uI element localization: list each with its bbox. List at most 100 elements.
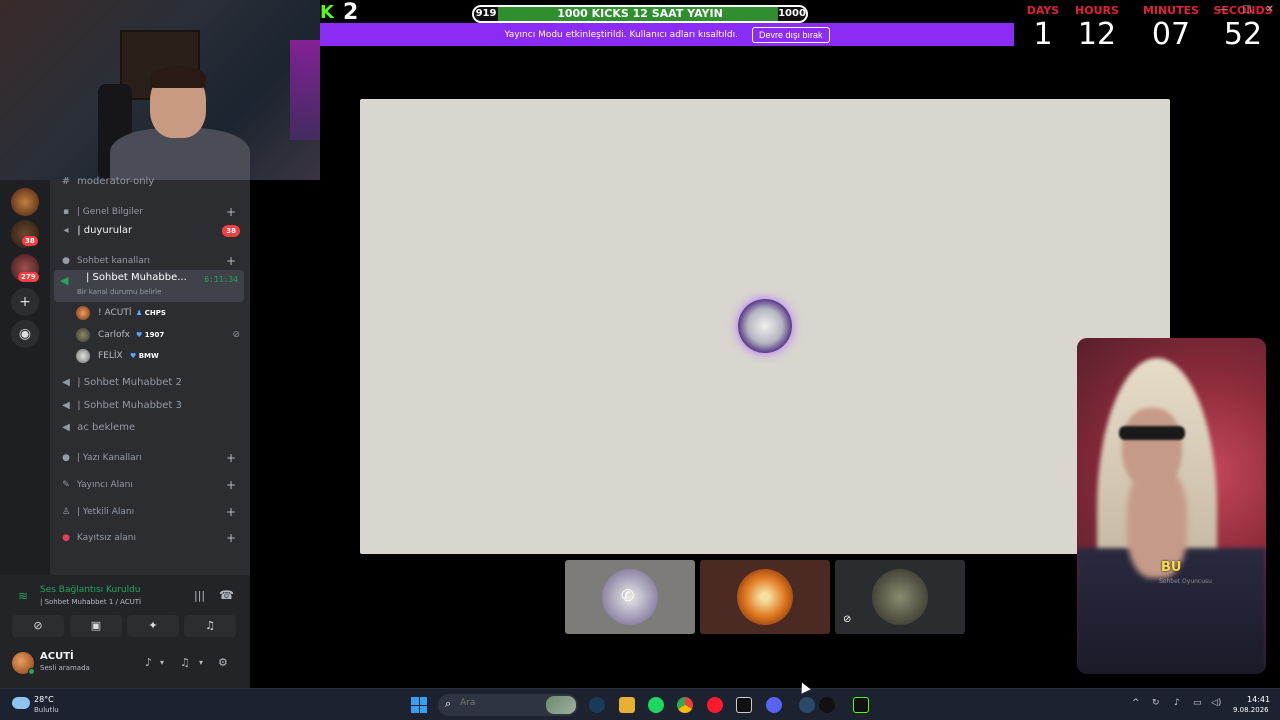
kick-goal-bar: 1000 KICKS 12 SAAT YAYIN 919 1000 [472,5,808,23]
compass-icon: ◉ [18,326,32,342]
plus-icon[interactable]: + [226,448,236,468]
streamer-mode-bar: Yayıncı Modu etkinleştirildi. Kullanıcı … [320,23,1014,46]
speaker-icon: ◀ [60,274,69,287]
channel-name: | Sohbet Muhabbet 2 [77,377,182,388]
voice-user-name: Carlofx [98,330,131,340]
participant-video[interactable]: BU Sohbet Oyuncusu [1077,338,1266,674]
folder-icon[interactable] [619,697,635,713]
category-yazi-kanallari[interactable]: ● | Yazı Kanalları + [58,448,244,468]
channel-ac-bekleme[interactable]: ◀ ac bekleme [58,418,244,438]
taskbar-search[interactable]: ⌕ [438,694,578,716]
phone-icon: ✆ [621,586,635,605]
category-kayitsiz-alani[interactable]: ● Kayıtsız alanı + [58,528,244,548]
plus-icon[interactable]: + [226,502,236,522]
muted-icon: ⊘ [843,614,852,625]
soundboard-icon: ♫ [205,619,215,632]
activities-button[interactable]: ✦ [127,615,179,637]
clock-date[interactable]: 9.08.2026 [1233,706,1269,714]
obs-icon[interactable] [819,697,835,713]
kick-logo-icon: K [320,2,334,23]
cloud-icon[interactable] [12,697,30,709]
webcam-person-hair [150,66,206,88]
rocket-icon: ✦ [148,619,158,632]
speaker-icon: ◀ [62,422,70,433]
kick-goal-target: 1000 [778,7,806,21]
channel-duyurular[interactable]: ◂ | duyurular 38 [58,221,244,241]
category-genel-bilgiler[interactable]: ▪ | Genel Bilgiler + [58,202,244,222]
windows-start-icon[interactable] [411,697,427,713]
chevron-down-icon[interactable]: ▾ [160,658,164,667]
disable-streamer-mode-button[interactable]: Devre dışı bırak [752,26,830,43]
signal-icon[interactable]: ≋ [18,589,28,603]
display-icon[interactable]: ▭ [1193,698,1202,708]
webcam-light [290,40,320,140]
category-sohbet-kanallari[interactable]: ● Sohbet kanalları + [58,251,244,271]
maximize-icon[interactable]: □ [1242,4,1251,18]
plus-icon[interactable]: + [226,528,236,548]
microphone-icon[interactable]: ♪ [1174,698,1180,708]
kick-count: 2 [343,0,359,25]
plus-icon: + [19,294,31,310]
opera-icon[interactable] [707,697,723,713]
chrome-icon[interactable] [677,697,693,713]
channel-name: moderator-only [77,176,155,187]
headphones-icon[interactable]: ♫ [180,656,190,669]
voice-user[interactable]: Carlofx ♥ 1907 ⊘ [76,325,246,345]
camera-button[interactable]: ⊘ [12,615,64,637]
microphone-icon[interactable]: ♪ [145,656,152,669]
voice-channel-active[interactable]: ◀ | Sohbet Muhabbe... 6:11:34 Bir kanal … [54,270,244,302]
channel-name: ac bekleme [77,422,136,433]
category-yayinci-alani[interactable]: ✎ Yayıncı Alanı + [58,475,244,495]
gear-icon[interactable]: ⚙ [218,656,228,669]
weather-description[interactable]: Bulutlu [34,706,59,714]
participant-tile[interactable] [700,560,830,634]
add-server-button[interactable]: + [11,288,39,316]
voice-user-tag: ♥ 1907 [136,331,165,339]
speaker-avatar[interactable] [738,299,792,353]
category-name: Kayıtsız alanı [76,533,136,543]
voice-connection-title[interactable]: Ses Bağlantısı Kuruldu [40,585,140,595]
category-yetkili-alani[interactable]: ♙ | Yetkili Alanı + [58,502,244,522]
chevron-down-icon[interactable]: ▾ [199,658,203,667]
voice-user[interactable]: ! ACUTİ ♟ CHPS [76,303,246,323]
chevron-up-icon[interactable]: ^ [1132,698,1140,708]
clock-time[interactable]: 14:41 [1247,695,1270,704]
window-controls: — □ ✕ [1154,4,1274,18]
soundboard-button[interactable]: ♫ [184,615,236,637]
explore-button[interactable]: ◉ [11,320,39,348]
avatar [737,569,793,625]
plus-icon[interactable]: + [226,251,236,271]
voice-channel-status[interactable]: Bir kanal durumu belirle [77,288,161,296]
participant-tile[interactable]: ✆ [565,560,695,634]
plus-icon[interactable]: + [226,202,236,222]
volume-icon[interactable]: ◁) [1211,698,1221,708]
participant-tile[interactable]: ⊘ [835,560,965,634]
channel-sohbet-2[interactable]: ◀ | Sohbet Muhabbet 2 [58,373,244,393]
epic-games-icon[interactable] [736,697,752,713]
steam-icon[interactable] [799,697,815,713]
channel-sohbet-3[interactable]: ◀ | Sohbet Muhabbet 3 [58,396,244,416]
user-name: ACUTİ [40,651,74,662]
minimize-icon[interactable]: — [1218,4,1228,18]
discord-icon[interactable] [766,697,782,713]
server-icon[interactable] [11,188,39,216]
close-icon[interactable]: ✕ [1266,4,1274,18]
screen-share-icon: ▣ [90,619,102,632]
channel-moderator-only[interactable]: # moderator-only [58,172,244,192]
spotify-icon[interactable] [648,697,664,713]
search-input[interactable] [460,698,540,708]
weather-temperature[interactable]: 28°C [34,695,54,704]
kick-icon[interactable] [853,697,869,713]
speaker-icon: ◀ [62,400,70,411]
sync-icon[interactable]: ↻ [1152,698,1160,708]
noise-suppression-icon[interactable]: ||| [194,589,205,602]
server-badge: 38 [22,236,38,246]
server-badge: 279 [18,272,39,282]
steam-icon[interactable] [589,697,605,713]
voice-user[interactable]: FELİX ♥ BMW [76,346,246,366]
disconnect-icon[interactable]: ☎ [219,588,234,602]
speech-icon: ● [62,256,70,266]
screen-share-button[interactable]: ▣ [70,615,122,637]
kick-goal-title: 1000 KICKS 12 SAAT YAYIN [557,7,723,20]
plus-icon[interactable]: + [226,475,236,495]
